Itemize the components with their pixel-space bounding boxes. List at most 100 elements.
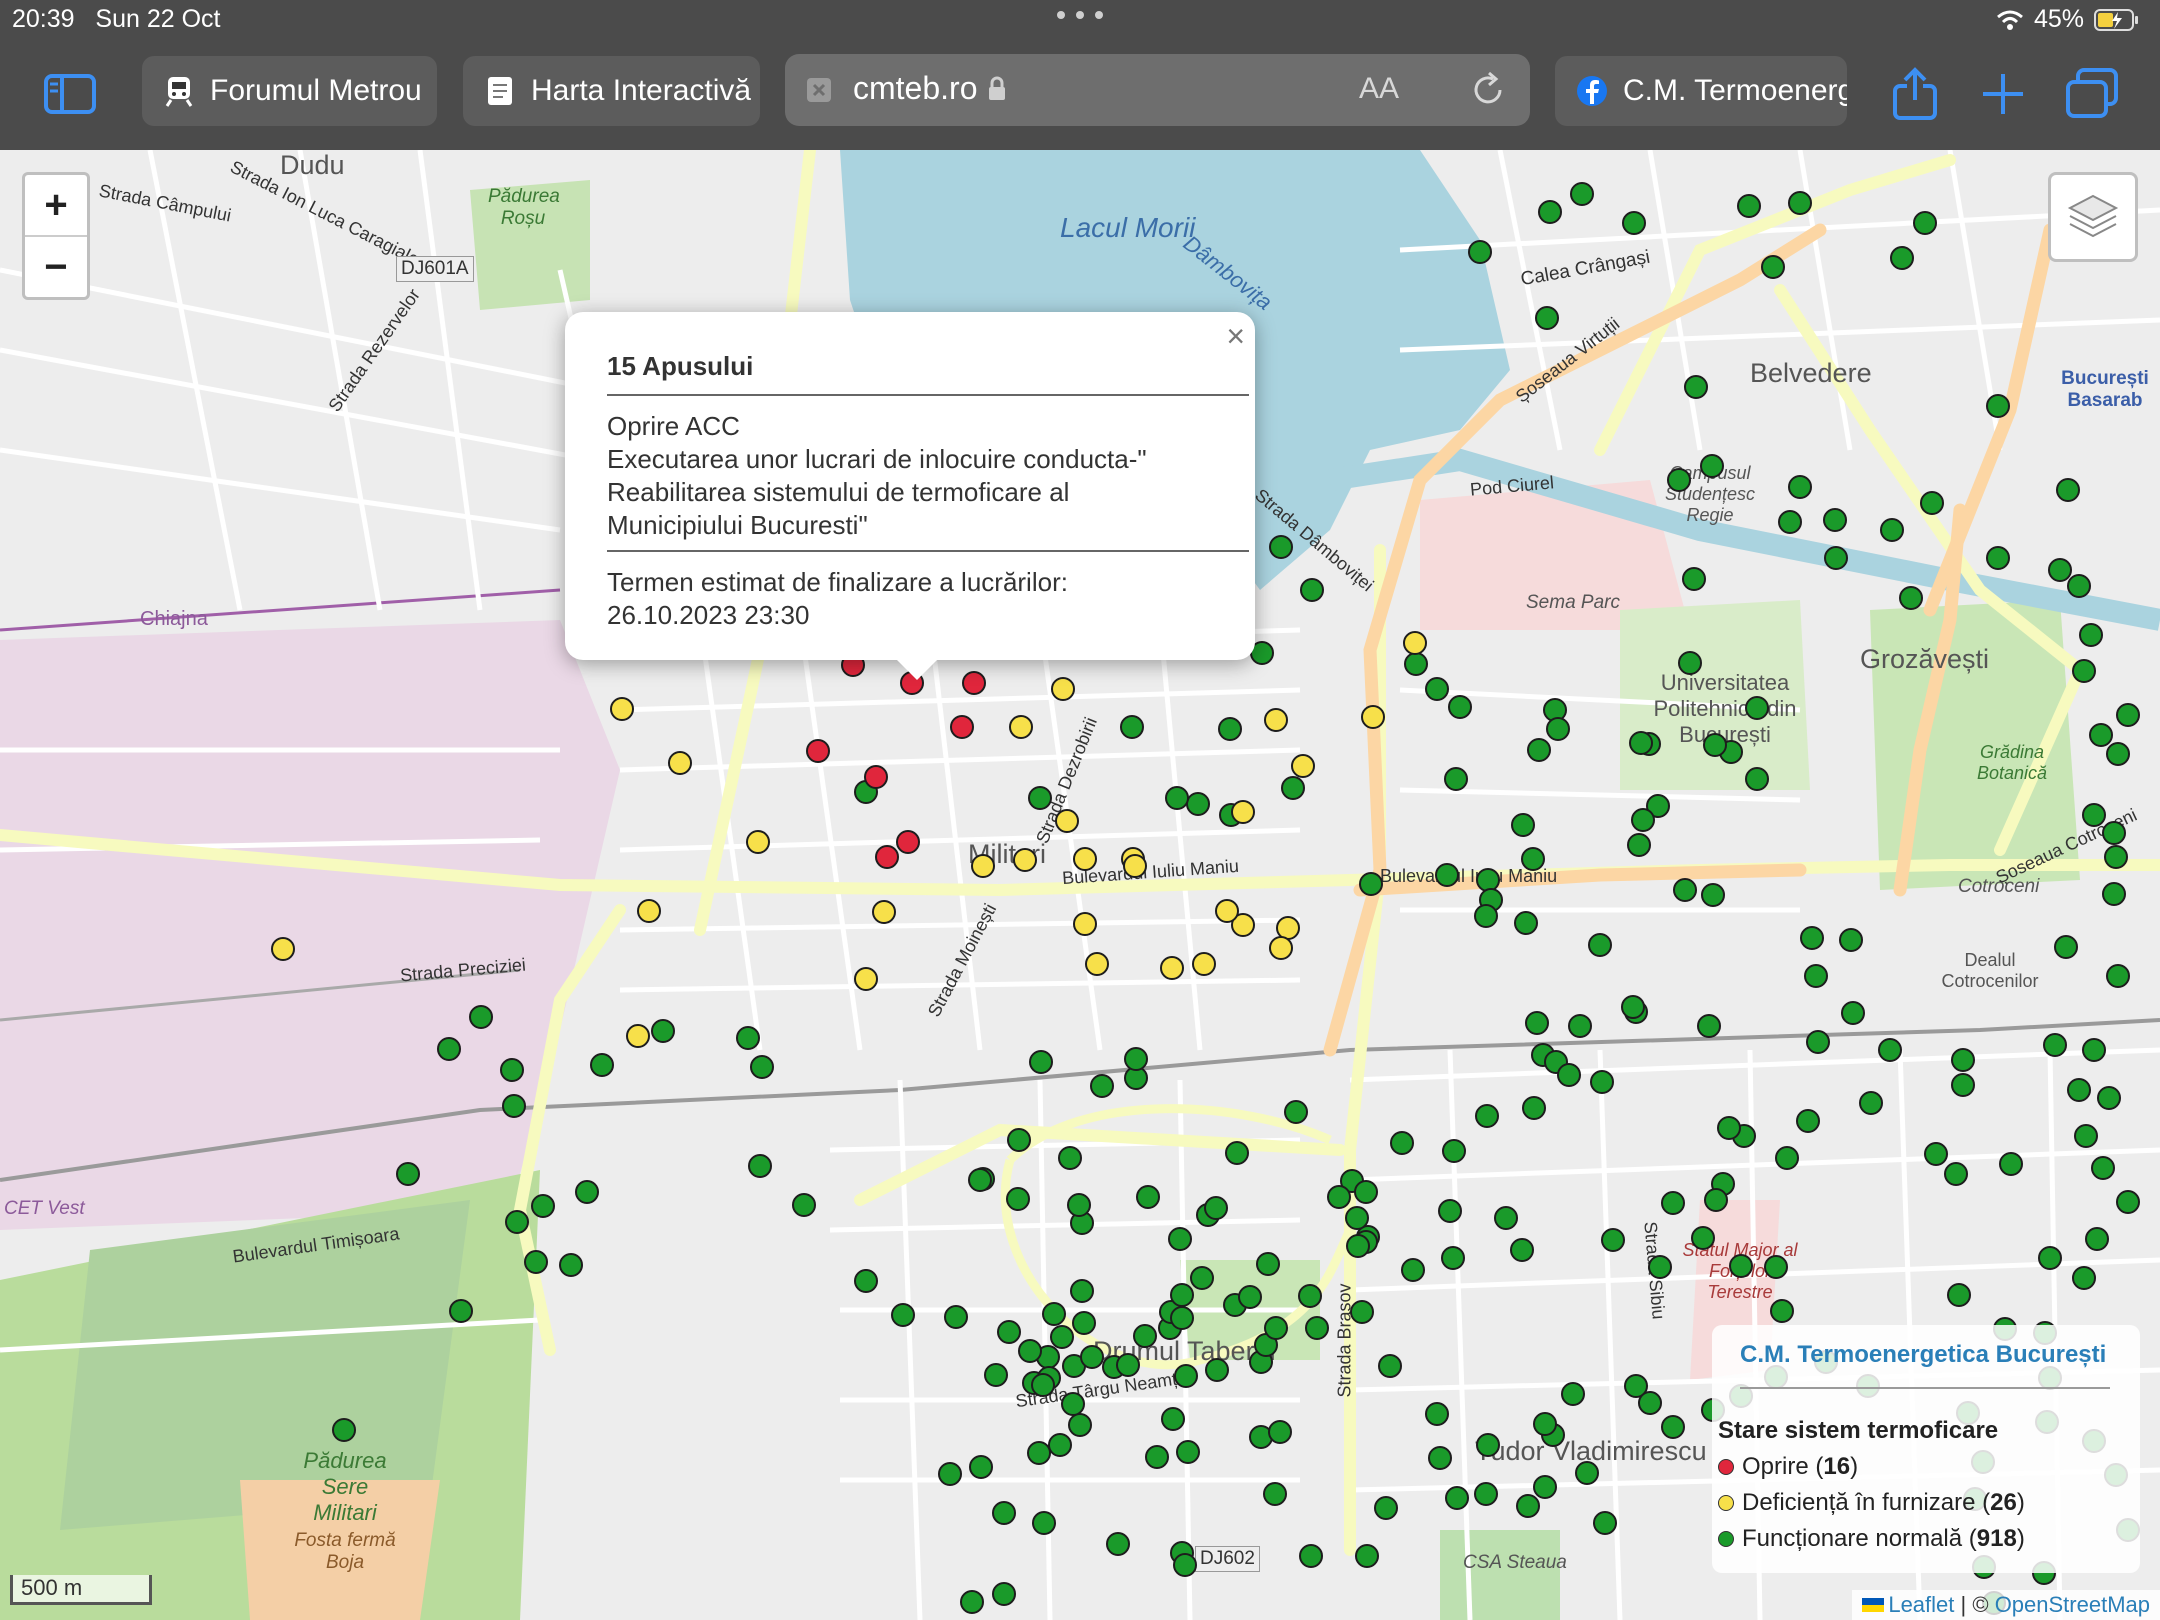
marker-green[interactable] xyxy=(531,1194,555,1218)
marker-green[interactable] xyxy=(1514,911,1538,935)
marker-green[interactable] xyxy=(1438,1199,1462,1223)
marker-green[interactable] xyxy=(1238,1285,1262,1309)
marker-green[interactable] xyxy=(960,1590,984,1614)
marker-green[interactable] xyxy=(1305,1316,1329,1340)
marker-green[interactable] xyxy=(1080,1345,1104,1369)
marker-green[interactable] xyxy=(332,1418,356,1442)
popup-close-button[interactable]: × xyxy=(1226,320,1245,353)
marker-green[interactable] xyxy=(1880,518,1904,542)
marker-green[interactable] xyxy=(1124,1047,1148,1071)
marker-yellow[interactable] xyxy=(1291,754,1315,778)
marker-green[interactable] xyxy=(1527,738,1551,762)
marker-green[interactable] xyxy=(1890,246,1914,270)
marker-green[interactable] xyxy=(1522,1096,1546,1120)
marker-green[interactable] xyxy=(1281,776,1305,800)
marker-green[interactable] xyxy=(1327,1185,1351,1209)
marker-green[interactable] xyxy=(1442,1139,1466,1163)
marker-green[interactable] xyxy=(938,1462,962,1486)
marker-green[interactable] xyxy=(1090,1074,1114,1098)
marker-green[interactable] xyxy=(449,1299,473,1323)
marker-green[interactable] xyxy=(1225,1141,1249,1165)
marker-green[interactable] xyxy=(1951,1073,1975,1097)
marker-green[interactable] xyxy=(1165,786,1189,810)
marker-green[interactable] xyxy=(1067,1193,1091,1217)
marker-green[interactable] xyxy=(1355,1544,1379,1568)
marker-yellow[interactable] xyxy=(1160,956,1184,980)
marker-green[interactable] xyxy=(2074,1124,2098,1148)
marker-green[interactable] xyxy=(1354,1180,1378,1204)
marker-green[interactable] xyxy=(1533,1412,1557,1436)
marker-yellow[interactable] xyxy=(1009,715,1033,739)
marker-green[interactable] xyxy=(1561,1382,1585,1406)
marker-green[interactable] xyxy=(1299,1544,1323,1568)
marker-green[interactable] xyxy=(2102,882,2126,906)
reader-text-size-button[interactable]: AA xyxy=(1359,72,1399,106)
marker-green[interactable] xyxy=(502,1094,526,1118)
marker-green[interactable] xyxy=(1350,1300,1374,1324)
marker-green[interactable] xyxy=(1404,652,1428,676)
marker-green[interactable] xyxy=(1745,696,1769,720)
marker-green[interactable] xyxy=(524,1250,548,1274)
osm-link[interactable]: OpenStreetMap xyxy=(1995,1592,2150,1618)
marker-green[interactable] xyxy=(2085,1227,2109,1251)
marker-green[interactable] xyxy=(1050,1325,1074,1349)
marker-green[interactable] xyxy=(2116,703,2140,727)
marker-green[interactable] xyxy=(1298,1284,1322,1308)
marker-green[interactable] xyxy=(1546,717,1570,741)
marker-green[interactable] xyxy=(1806,1030,1830,1054)
marker-green[interactable] xyxy=(1058,1146,1082,1170)
marker-yellow[interactable] xyxy=(1013,848,1037,872)
marker-green[interactable] xyxy=(1174,1364,1198,1388)
marker-green[interactable] xyxy=(992,1501,1016,1525)
marker-green[interactable] xyxy=(1729,1254,1753,1278)
marker-green[interactable] xyxy=(1638,1391,1662,1415)
marker-green[interactable] xyxy=(1428,1446,1452,1470)
marker-green[interactable] xyxy=(1170,1283,1194,1307)
marker-green[interactable] xyxy=(1120,715,1144,739)
marker-green[interactable] xyxy=(1359,872,1383,896)
marker-green[interactable] xyxy=(1661,1415,1685,1439)
marker-yellow[interactable] xyxy=(1264,708,1288,732)
marker-green[interactable] xyxy=(1511,813,1535,837)
marker-green[interactable] xyxy=(1778,510,1802,534)
marker-green[interactable] xyxy=(1031,1373,1055,1397)
marker-green[interactable] xyxy=(1510,1238,1534,1262)
marker-green[interactable] xyxy=(1788,475,1812,499)
marker-green[interactable] xyxy=(1986,546,2010,570)
marker-red[interactable] xyxy=(962,671,986,695)
marker-green[interactable] xyxy=(1218,717,1242,741)
new-tab-icon[interactable] xyxy=(1975,66,2031,122)
marker-green[interactable] xyxy=(1476,1433,1500,1457)
marker-green[interactable] xyxy=(1593,1511,1617,1535)
marker-green[interactable] xyxy=(1268,1420,1292,1444)
tab-forumul-metrou[interactable]: Forumul Metrou xyxy=(142,56,437,126)
tab-overview-icon[interactable] xyxy=(2064,66,2120,122)
marker-yellow[interactable] xyxy=(1123,854,1147,878)
marker-green[interactable] xyxy=(1070,1279,1094,1303)
marker-green[interactable] xyxy=(1999,1152,2023,1176)
marker-green[interactable] xyxy=(854,1269,878,1293)
marker-red[interactable] xyxy=(806,739,830,763)
marker-green[interactable] xyxy=(2082,1038,2106,1062)
marker-green[interactable] xyxy=(1924,1142,1948,1166)
marker-green[interactable] xyxy=(968,1168,992,1192)
marker-green[interactable] xyxy=(2072,659,2096,683)
marker-green[interactable] xyxy=(1878,1038,1902,1062)
marker-green[interactable] xyxy=(1345,1206,1369,1230)
marker-green[interactable] xyxy=(590,1053,614,1077)
layers-button[interactable] xyxy=(2048,172,2138,262)
marker-green[interactable] xyxy=(1133,1324,1157,1348)
marker-green[interactable] xyxy=(1186,792,1210,816)
marker-green[interactable] xyxy=(1190,1266,1214,1290)
marker-red[interactable] xyxy=(864,765,888,789)
marker-green[interactable] xyxy=(1264,1316,1288,1340)
marker-green[interactable] xyxy=(1800,926,1824,950)
marker-green[interactable] xyxy=(1804,964,1828,988)
marker-green[interactable] xyxy=(1621,995,1645,1019)
marker-green[interactable] xyxy=(505,1210,529,1234)
marker-green[interactable] xyxy=(1788,191,1812,215)
marker-green[interactable] xyxy=(1764,1255,1788,1279)
marker-green[interactable] xyxy=(1590,1070,1614,1094)
marker-green[interactable] xyxy=(984,1363,1008,1387)
marker-yellow[interactable] xyxy=(1231,800,1255,824)
